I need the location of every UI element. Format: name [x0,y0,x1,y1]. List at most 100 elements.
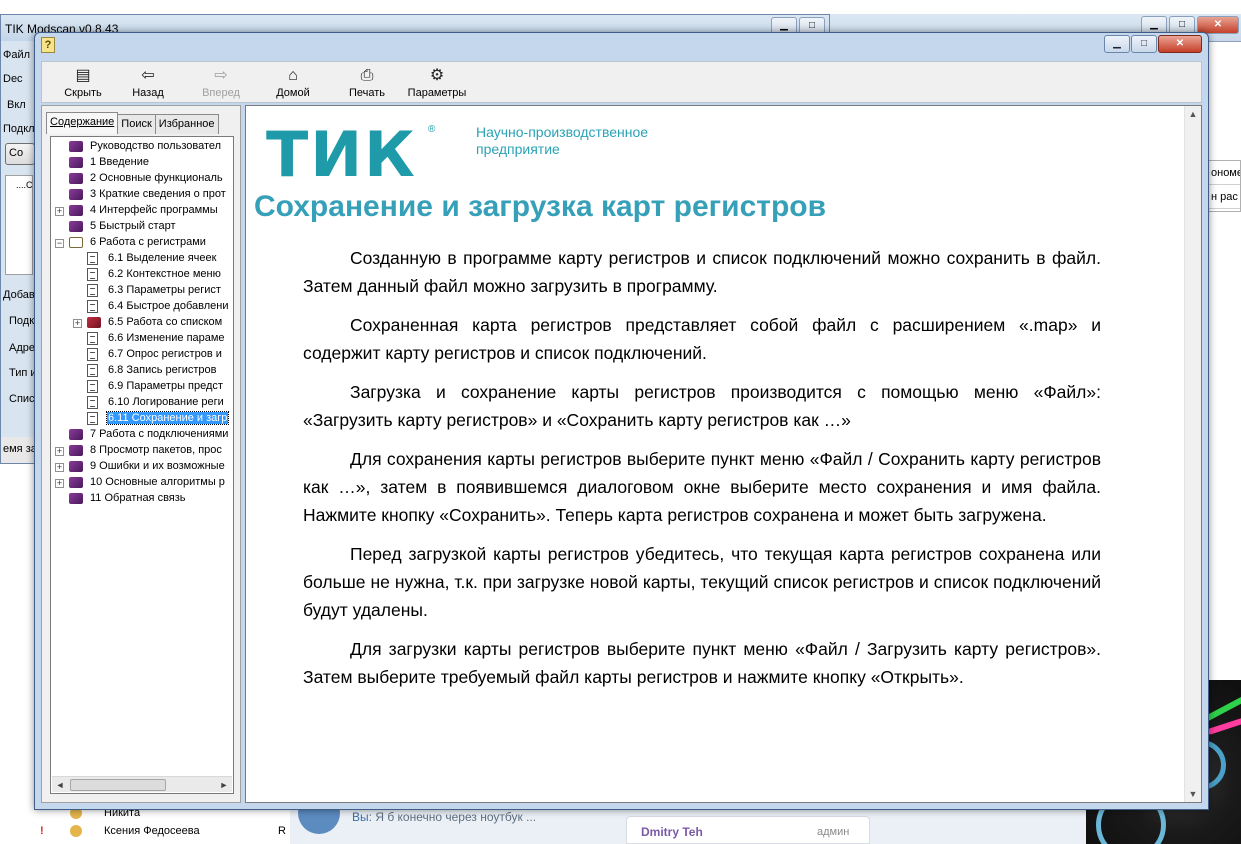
background-menu-dec[interactable]: Dec [3,73,23,85]
back-button[interactable]: ⇦ Назад [128,64,168,102]
tree-item[interactable]: 3 Краткие сведения о прот [51,187,233,203]
tree-item-label: 6.7 Опрос регистров и [108,348,222,360]
tree-item[interactable]: 6.9 Параметры предст [51,379,233,395]
tree-item-label: 1 Введение [90,156,149,168]
topic-content: ТИК ® Научно-производственное предприяти… [245,105,1202,803]
hide-button[interactable]: ▤ Скрыть [56,64,110,102]
body-paragraph: Для сохранения карты регистров выберите … [303,449,1101,525]
vertical-scrollbar[interactable]: ▲ ▼ [1184,106,1201,802]
tree-item[interactable]: 1 Введение [51,155,233,171]
tree-item-label: 10 Основные алгоритмы р [90,476,225,488]
topic-body: Созданную в программе карту регистров и … [303,244,1101,702]
scroll-right-icon[interactable]: ► [216,777,232,793]
tree-item[interactable]: +4 Интерфейс программы [51,203,233,219]
page-icon [87,284,98,297]
forward-button[interactable]: ⇨ Вперед [198,64,244,102]
background-button[interactable]: Со [5,143,35,165]
scroll-down-icon[interactable]: ▼ [1185,786,1201,802]
body-paragraph: Созданную в программе карту регистров и … [303,248,1101,296]
tree-item[interactable]: +8 Просмотр пакетов, прос [51,443,233,459]
tab-contents[interactable]: Содержание [46,112,119,134]
tree-item[interactable]: − 6 Работа с регистрами [51,235,233,251]
tree-item-label: 6.2 Контекстное меню [108,268,221,280]
arrow-left-icon: ⇦ [141,67,155,84]
book-icon [69,493,83,504]
expand-icon[interactable]: + [55,207,64,216]
tree-item[interactable]: +10 Основные алгоритмы р [51,475,233,491]
background-right-item: ономе [1207,161,1240,185]
tree-item[interactable]: +9 Ошибки и их возможные [51,459,233,475]
background-label: Адре [9,342,35,354]
help-app-icon: ? [41,37,55,53]
home-button[interactable]: ⌂ Домой [272,64,314,102]
scroll-left-icon[interactable]: ◄ [52,777,68,793]
chat-user-card[interactable]: Dmitry Teh админ [626,816,870,844]
maximize-icon[interactable]: □ [1131,35,1157,53]
minimize-icon[interactable]: ▁ [1104,35,1130,53]
background-label: Подкл [3,123,35,135]
page-icon [87,364,98,377]
tree-item[interactable]: 5 Быстрый старт [51,219,233,235]
tree-item-label: 6.1 Выделение ячеек [108,252,217,264]
tree-item[interactable]: 7 Работа с подключениями [51,427,233,443]
tab-search[interactable]: Поиск [117,114,156,134]
expand-icon[interactable]: + [73,319,82,328]
tree-item[interactable]: 6.2 Контекстное меню [51,267,233,283]
book-icon [69,205,83,216]
contact-status-icon [70,825,82,837]
close-icon[interactable]: ✕ [1158,35,1202,53]
scroll-up-icon[interactable]: ▲ [1185,106,1201,122]
background-right-panel: ономе н рас [1206,160,1241,212]
contact-row[interactable]: ! Ксения Федосеева R [34,822,290,840]
company-tagline: Научно-производственное предприятие [476,124,649,157]
background-tree: ....C [5,175,33,275]
page-title: Сохранение и загрузка карт регистров [254,190,827,223]
page-icon [87,268,98,281]
tree-item[interactable]: 11 Обратная связь [51,491,233,507]
collapse-icon[interactable]: − [55,239,64,248]
background-label: Добав [3,289,35,301]
tree-item[interactable]: 6.4 Быстрое добавлени [51,299,233,315]
page-icon [87,300,98,313]
alert-icon: ! [40,825,44,837]
expand-icon[interactable]: + [55,463,64,472]
expand-icon[interactable]: + [55,479,64,488]
tree-item[interactable]: 6.3 Параметры регист [51,283,233,299]
tree-item-label: 6.10 Логирование реги [108,396,224,408]
chat-user-role: админ [817,826,850,838]
expand-icon[interactable]: + [55,447,64,456]
background-label: Подк [9,315,35,327]
tree-item[interactable]: Руководство пользовател [51,139,233,155]
tree-item[interactable]: 2 Основные функциональ [51,171,233,187]
print-button[interactable]: ⎙ Печать [344,64,390,102]
background-right-item: н рас [1207,185,1240,209]
body-paragraph: Сохраненная карта регистров представляет… [303,315,1101,363]
options-icon: ⚙ [429,67,445,84]
help-toolbar: ▤ Скрыть ⇦ Назад ⇨ Вперед ⌂ Домой ⎙ Печа… [41,61,1202,103]
tree-item-label: 7 Работа с подключениями [90,428,229,440]
horizontal-scrollbar[interactable]: ◄ ► [52,776,232,792]
tree-item[interactable]: 6.7 Опрос регистров и [51,347,233,363]
scroll-thumb[interactable] [70,779,166,791]
body-paragraph: Для загрузки карты регистров выберите пу… [303,639,1101,687]
page-icon [87,380,98,393]
tree-item[interactable]: +6.5 Работа со списком [51,315,233,331]
tree-item[interactable]: 6.8 Запись регистров [51,363,233,379]
tree-item[interactable]: 6.10 Логирование реги [51,395,233,411]
contents-tree: Руководство пользовател 1 Введение 2 Основ… [50,136,234,794]
options-button[interactable]: ⚙ Параметры [404,64,470,102]
help-window-titlebar[interactable]: ? ▁ □ ✕ [35,33,1208,57]
body-paragraph: Загрузка и сохранение карты регистров пр… [303,382,1101,430]
background-menu-file[interactable]: Файл [3,49,30,61]
chat-message-preview: Вы: Я б конечно через ноутбук ... [352,810,537,824]
page-icon [87,252,98,265]
tree-item[interactable]: 6.1 Выделение ячеек [51,251,233,267]
tab-favorites[interactable]: Избранное [154,114,219,134]
tree-item-label: 6.11 Сохранение и загр [105,411,230,425]
tree-item[interactable]: 6.11 Сохранение и загр [51,411,233,427]
background-status: емя за [3,443,37,455]
book-icon [69,157,83,168]
background-label: Спис [9,393,35,405]
book-icon [69,461,83,472]
tree-item[interactable]: 6.6 Изменение параме [51,331,233,347]
